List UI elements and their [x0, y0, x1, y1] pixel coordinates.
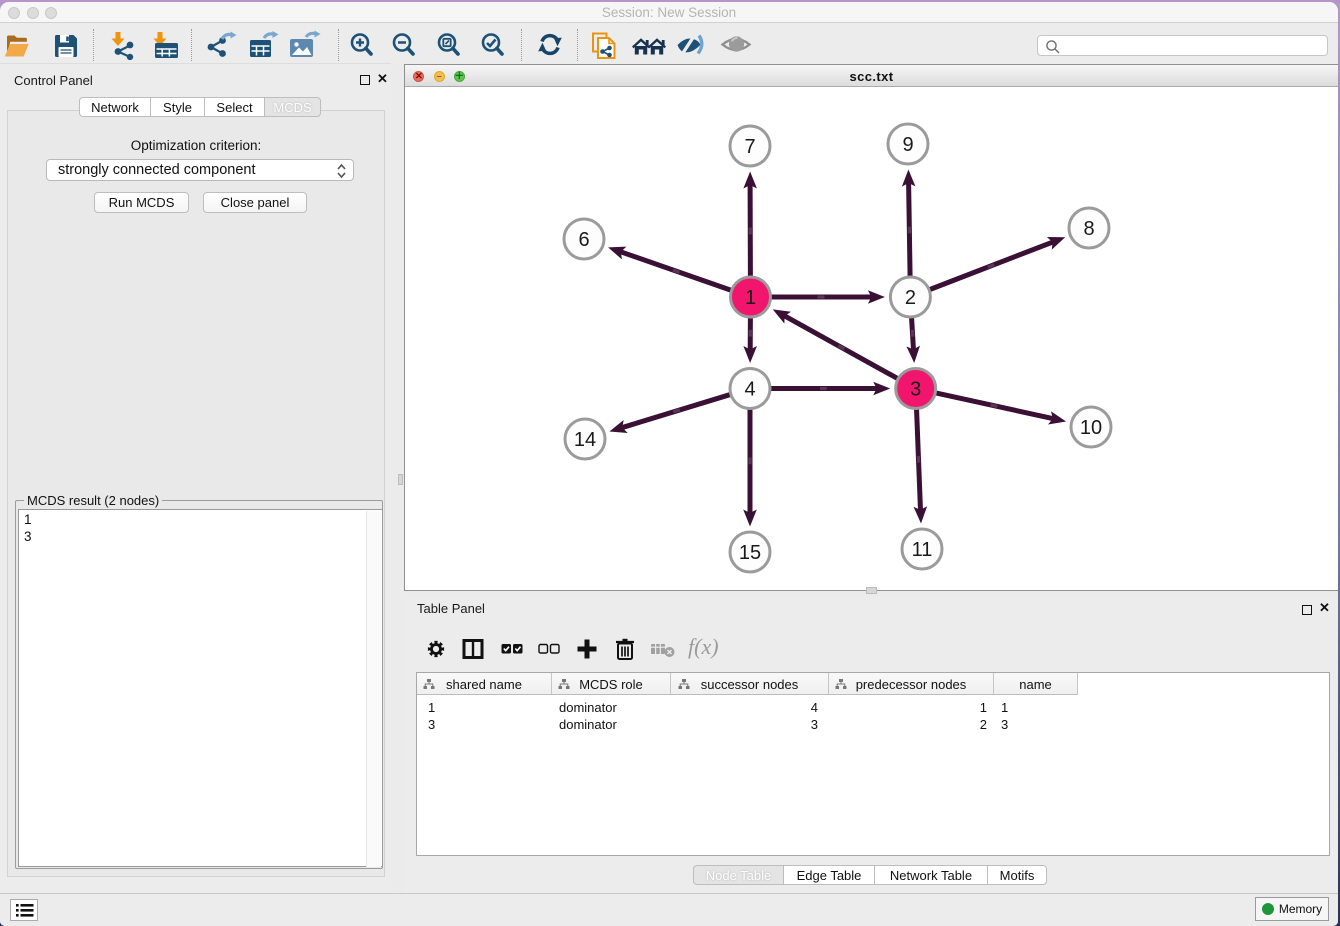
svg-text:9: 9 — [902, 134, 913, 156]
svg-text:8: 8 — [1083, 218, 1094, 240]
svg-text:14: 14 — [574, 429, 596, 451]
svg-text:15: 15 — [739, 542, 761, 564]
svg-text:3: 3 — [910, 379, 921, 401]
svg-text:4: 4 — [744, 379, 755, 401]
svg-text:10: 10 — [1080, 417, 1102, 439]
svg-text:2: 2 — [905, 287, 916, 309]
svg-text:11: 11 — [912, 539, 933, 561]
svg-text:7: 7 — [744, 136, 755, 158]
svg-text:6: 6 — [578, 229, 589, 251]
svg-text:1: 1 — [745, 287, 756, 309]
